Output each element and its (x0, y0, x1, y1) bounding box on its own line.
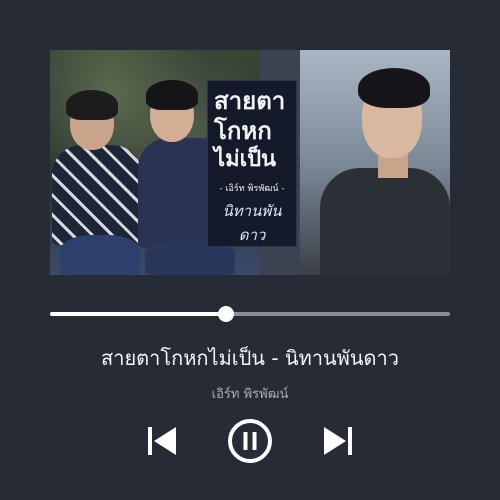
song-title: สายตาโกหกไม่เป็น - นิทานพันดาว (101, 346, 399, 370)
skip-next-icon[interactable] (314, 418, 360, 464)
progress-slider[interactable] (50, 306, 450, 322)
album-artwork: สายตา โกหก ไม่เป็น - เอิร์ท พิรพัฒน์ - น… (50, 50, 450, 275)
skip-previous-icon[interactable] (140, 418, 186, 464)
artwork-title-card: สายตา โกหก ไม่เป็น - เอิร์ท พิรพัฒน์ - น… (207, 80, 297, 247)
artwork-photo-portrait (300, 50, 450, 275)
progress-thumb[interactable] (218, 306, 234, 322)
pause-circle-icon[interactable] (227, 418, 273, 464)
artwork-title-line-3: ไม่เป็น (214, 147, 277, 172)
artwork-title-line-1: สายตา (214, 87, 286, 115)
artwork-title-line-2: โกหก (214, 117, 272, 145)
artwork-artist-credit: - เอิร์ท พิรพัฒน์ - (219, 184, 285, 194)
artwork-drama-logo: นิทานพันดาว (222, 202, 282, 244)
progress-fill (50, 312, 226, 316)
artist-name: เอิร์ท พิรพัฒน์ (211, 387, 289, 402)
playback-controls (0, 418, 500, 464)
